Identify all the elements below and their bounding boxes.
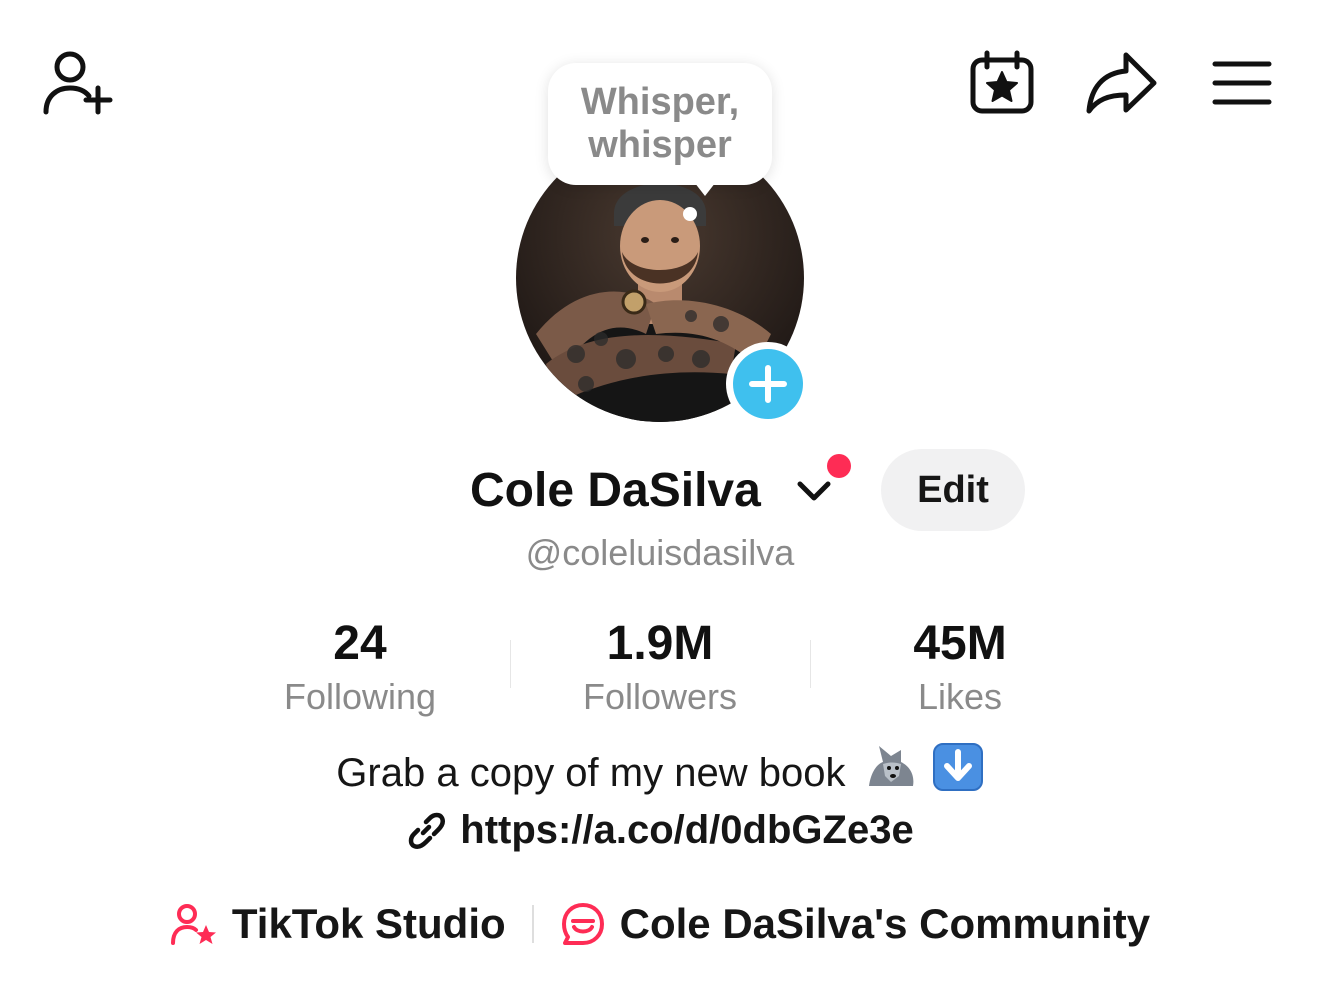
bio-link-text: https://a.co/d/0dbGZe3e bbox=[460, 808, 914, 852]
community-link[interactable]: Cole DaSilva's Community bbox=[560, 896, 1150, 952]
calendar-button[interactable] bbox=[968, 50, 1036, 116]
bio-text-row: Grab a copy of my new book bbox=[0, 742, 1320, 809]
edit-profile-button[interactable]: Edit bbox=[881, 449, 1025, 531]
bio-text: Grab a copy of my new book bbox=[336, 751, 846, 796]
stat-label: Followers bbox=[582, 676, 738, 717]
chevron-down-icon bbox=[797, 481, 831, 501]
tooltip-tail bbox=[691, 178, 719, 196]
bio-link[interactable]: https://a.co/d/0dbGZe3e bbox=[0, 802, 1320, 858]
tooltip-bubble: Whisper, whisper bbox=[548, 63, 772, 185]
tooltip-text: Whisper, whisper bbox=[580, 81, 740, 166]
shortcut-divider bbox=[531, 905, 534, 943]
link-icon bbox=[406, 810, 446, 850]
down-arrow-emoji bbox=[932, 742, 984, 809]
menu-button[interactable] bbox=[1210, 56, 1274, 110]
add-friend-icon bbox=[43, 51, 113, 115]
tiktok-studio-label: TikTok Studio bbox=[231, 900, 506, 947]
stat-following[interactable]: 24 Following bbox=[230, 612, 490, 718]
creator-star-icon bbox=[170, 904, 216, 945]
stat-value: 24 bbox=[333, 617, 387, 670]
plus-icon bbox=[749, 365, 787, 403]
stat-divider bbox=[810, 640, 811, 688]
stat-label: Following bbox=[283, 676, 437, 717]
add-story-circle bbox=[733, 349, 803, 419]
stat-label: Likes bbox=[917, 676, 1003, 717]
notification-dot bbox=[827, 454, 851, 478]
account-switch-button[interactable] bbox=[796, 476, 832, 509]
add-story-button[interactable] bbox=[726, 342, 810, 426]
profile-shortcuts: TikTok Studio Cole DaSilva's Community bbox=[0, 896, 1320, 952]
tooltip-dot bbox=[683, 207, 697, 221]
calendar-star-icon bbox=[970, 50, 1034, 114]
profile-name[interactable]: Cole DaSilva bbox=[470, 462, 761, 520]
tiktok-studio-link[interactable]: TikTok Studio bbox=[170, 896, 506, 952]
stat-followers[interactable]: 1.9M Followers bbox=[530, 612, 790, 718]
wolf-emoji bbox=[865, 742, 917, 809]
community-label: Cole DaSilva's Community bbox=[619, 900, 1151, 947]
stat-value: 1.9M bbox=[606, 617, 714, 670]
add-friend-button[interactable] bbox=[40, 48, 116, 118]
stat-divider bbox=[510, 640, 511, 688]
profile-handle: @coleluisdasilva bbox=[525, 532, 795, 573]
stat-value: 45M bbox=[913, 617, 1007, 670]
share-arrow-icon bbox=[1086, 52, 1157, 114]
community-chat-icon bbox=[561, 903, 604, 945]
share-button[interactable] bbox=[1084, 50, 1158, 116]
stat-likes[interactable]: 45M Likes bbox=[830, 612, 1090, 718]
menu-icon bbox=[1212, 61, 1272, 105]
